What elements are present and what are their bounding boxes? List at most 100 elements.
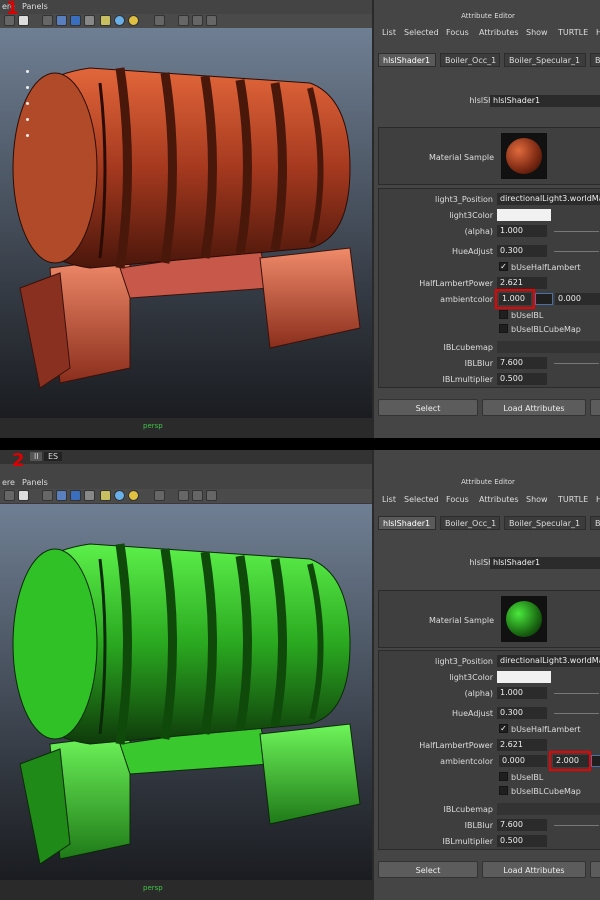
menu-show[interactable]: Show [526, 28, 548, 37]
iblmultiplier-field[interactable]: 0.500 [497, 373, 547, 385]
menu-focus[interactable]: Focus [446, 28, 469, 37]
iblmultiplier-field[interactable]: 0.500 [497, 835, 547, 847]
wireframe-cube-icon[interactable] [42, 15, 53, 26]
tab-hlslshader1[interactable]: hlslShader1 [378, 516, 436, 530]
shadow-icon[interactable] [128, 15, 139, 26]
share-icon[interactable] [206, 490, 217, 501]
menu-help[interactable]: H [596, 495, 600, 504]
menu-turtle[interactable]: TURTLE [558, 495, 588, 504]
hueadjust-slider[interactable] [554, 251, 599, 252]
menu-help[interactable]: H [596, 28, 600, 37]
iblblur-slider[interactable] [554, 825, 599, 826]
ambient-r-field[interactable]: 0.000 [499, 755, 547, 767]
tab-more[interactable]: B [590, 53, 600, 67]
sphere-light-icon[interactable] [114, 15, 125, 26]
alpha-slider[interactable] [554, 693, 599, 694]
xray-icon[interactable] [192, 490, 203, 501]
tab-boiler-specular[interactable]: Boiler_Specular_1 [504, 516, 586, 530]
tab-boiler-occ[interactable]: Boiler_Occ_1 [440, 516, 500, 530]
select-button[interactable]: Select [378, 399, 478, 416]
tab-boiler-specular[interactable]: Boiler_Specular_1 [504, 53, 586, 67]
hueadjust-field[interactable]: 0.300 [497, 245, 547, 257]
hueadjust-field[interactable]: 0.300 [497, 707, 547, 719]
textured-icon[interactable] [70, 490, 81, 501]
3d-scene[interactable] [0, 28, 372, 418]
ambient-color-swatch[interactable] [535, 293, 553, 305]
shader-name-field[interactable]: hlslShader1 [490, 557, 600, 569]
texture-icon[interactable] [18, 15, 29, 26]
node-tabs: hlslShader1 Boiler_Occ_1 Boiler_Specular… [378, 516, 600, 530]
3d-scene[interactable] [0, 504, 372, 880]
load-attributes-button[interactable]: Load Attributes [482, 399, 586, 416]
smooth-shade-icon[interactable] [56, 15, 67, 26]
alpha-field[interactable]: 1.000 [497, 687, 547, 699]
ambient-g-field[interactable]: 0.000 [555, 293, 600, 305]
halflambert-checkbox[interactable]: ✓ [499, 262, 508, 271]
useiblcubemap-checkbox[interactable] [499, 786, 508, 795]
halflambert-checkbox[interactable]: ✓ [499, 724, 508, 733]
light3-color-swatch[interactable] [497, 209, 551, 221]
checker-icon[interactable] [84, 490, 95, 501]
menu-selected[interactable]: Selected [404, 495, 439, 504]
useibl-checkbox-label: bUseIBL [511, 311, 544, 320]
select-tool-icon[interactable] [154, 15, 165, 26]
share-icon[interactable] [206, 15, 217, 26]
useibl-checkbox[interactable] [499, 310, 508, 319]
menu-attributes[interactable]: Attributes [479, 495, 519, 504]
tab-hlslshader1[interactable]: hlslShader1 [378, 53, 436, 67]
isolate-cube-icon[interactable] [178, 15, 189, 26]
sphere-light-icon[interactable] [114, 490, 125, 501]
viewport[interactable]: ll ES ere Panels persp [0, 450, 372, 900]
ambient-color-swatch[interactable] [591, 755, 600, 767]
tab-boiler-occ[interactable]: Boiler_Occ_1 [440, 53, 500, 67]
select-tool-icon[interactable] [154, 490, 165, 501]
iblblur-slider[interactable] [554, 363, 599, 364]
iblblur-field[interactable]: 7.600 [497, 819, 547, 831]
menu-panels[interactable]: Panels [22, 2, 48, 11]
viewport[interactable]: ere Panels persp [0, 0, 372, 438]
useibl-checkbox-label: bUseIBL [511, 773, 544, 782]
shadow-icon[interactable] [128, 490, 139, 501]
menu-turtle[interactable]: TURTLE [558, 28, 588, 37]
screenshot-panel-2: ll ES ere Panels persp 2 Attribute Edito… [0, 450, 600, 900]
halflambert-power-field[interactable]: 2.621 [497, 739, 547, 751]
checker-icon[interactable] [84, 15, 95, 26]
iblcubemap-field[interactable] [497, 341, 600, 353]
useibl-checkbox[interactable] [499, 772, 508, 781]
menu-list[interactable]: List [382, 28, 396, 37]
texture-icon[interactable] [18, 490, 29, 501]
iblcubemap-field[interactable] [497, 803, 600, 815]
smooth-shade-icon[interactable] [56, 490, 67, 501]
menu-panels[interactable]: Panels [22, 478, 48, 487]
light3-color-swatch[interactable] [497, 671, 551, 683]
lighting-icon[interactable] [100, 15, 111, 26]
camera-icon[interactable] [4, 490, 15, 501]
halflambert-power-field[interactable]: 2.621 [497, 277, 547, 289]
menu-selected[interactable]: Selected [404, 28, 439, 37]
tab-more[interactable]: B [590, 516, 600, 530]
iblblur-field[interactable]: 7.600 [497, 357, 547, 369]
alpha-slider[interactable] [554, 231, 599, 232]
isolate-cube-icon[interactable] [178, 490, 189, 501]
hueadjust-slider[interactable] [554, 713, 599, 714]
light3-position-field[interactable]: directionalLight3.worldMatrix [497, 655, 600, 667]
shader-name-field[interactable]: hlslShader1 [490, 95, 600, 107]
textured-icon[interactable] [70, 15, 81, 26]
more-button[interactable] [590, 399, 600, 416]
menu-renderer[interactable]: ere [2, 478, 15, 487]
tab-es[interactable]: ES [44, 452, 63, 461]
menu-show[interactable]: Show [526, 495, 548, 504]
lighting-icon[interactable] [100, 490, 111, 501]
select-button[interactable]: Select [378, 861, 478, 878]
menu-focus[interactable]: Focus [446, 495, 469, 504]
alpha-field[interactable]: 1.000 [497, 225, 547, 237]
xray-icon[interactable] [192, 15, 203, 26]
tab-all[interactable]: ll [30, 452, 43, 461]
light3-position-field[interactable]: directionalLight3.worldMatrix [497, 193, 600, 205]
wireframe-cube-icon[interactable] [42, 490, 53, 501]
useiblcubemap-checkbox[interactable] [499, 324, 508, 333]
load-attributes-button[interactable]: Load Attributes [482, 861, 586, 878]
more-button[interactable] [590, 861, 600, 878]
menu-list[interactable]: List [382, 495, 396, 504]
menu-attributes[interactable]: Attributes [479, 28, 519, 37]
